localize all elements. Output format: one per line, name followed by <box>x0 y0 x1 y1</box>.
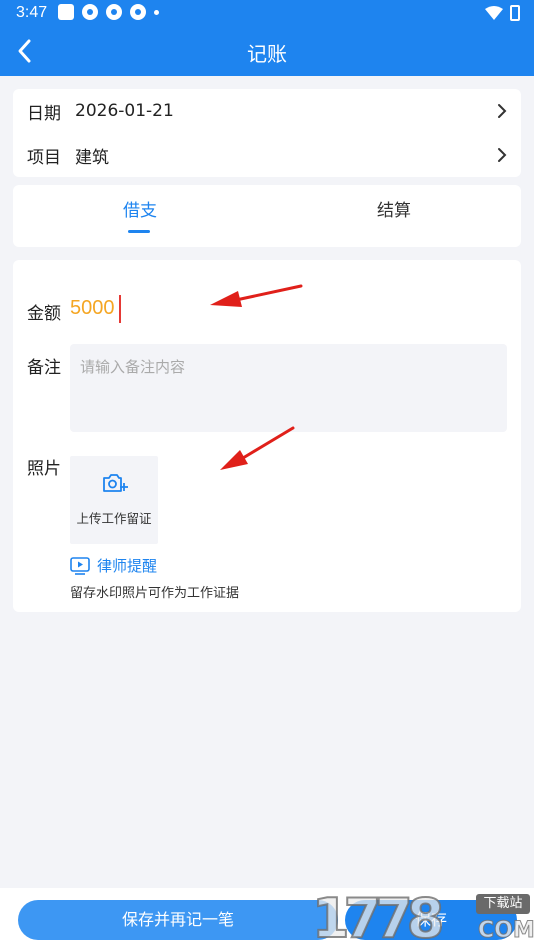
tab-settlement[interactable]: 结算 <box>267 185 521 247</box>
tabs-card: 借支 结算 <box>13 185 521 247</box>
active-tab-indicator <box>128 230 150 233</box>
info-card: 日期 2026-01-21 项目 建筑 <box>13 89 521 177</box>
photo-label: 照片 <box>27 459 61 479</box>
app-notification-icon <box>82 4 98 20</box>
save-button[interactable]: 保存 <box>345 900 517 940</box>
note-label: 备注 <box>27 358 61 378</box>
amount-label: 金额 <box>27 304 61 324</box>
date-value: 2026-01-21 <box>75 101 174 121</box>
top-app-bar: 3:47 记账 <box>0 0 534 76</box>
project-value: 建筑 <box>75 147 109 168</box>
app-notification-icon <box>106 4 122 20</box>
save-and-add-another-button[interactable]: 保存并再记一笔 <box>18 900 338 940</box>
more-notifications-icon <box>154 9 159 15</box>
date-row[interactable]: 日期 2026-01-21 <box>13 89 521 133</box>
photo-hint: 留存水印照片可作为工作证据 <box>70 586 240 601</box>
upload-photo-button[interactable]: 上传工作留证 <box>70 456 158 544</box>
project-row[interactable]: 项目 建筑 <box>13 133 521 177</box>
wifi-icon <box>485 6 503 20</box>
battery-icon <box>510 5 520 21</box>
lawyer-reminder-link[interactable]: 律师提醒 <box>70 555 157 576</box>
chevron-right-icon <box>498 104 507 118</box>
camera-plus-icon <box>103 474 128 492</box>
date-label: 日期 <box>27 103 61 124</box>
notification-icon <box>58 4 74 20</box>
lawyer-reminder-label: 律师提醒 <box>97 557 158 575</box>
upload-label: 上传工作留证 <box>76 511 152 526</box>
tab-borrow[interactable]: 借支 <box>13 185 267 247</box>
note-input[interactable] <box>70 344 507 432</box>
form-card: 金额 5000 备注 照片 上传工作留证 律师提醒 留存水印照片可作为工作证据 <box>13 260 521 612</box>
status-right <box>485 5 520 21</box>
status-time: 3:47 <box>16 4 48 21</box>
chevron-right-icon <box>498 148 507 162</box>
bottom-bar: 保存并再记一笔 保存 <box>0 888 534 950</box>
app-notification-icon <box>130 4 146 20</box>
play-icon <box>70 556 90 575</box>
project-label: 项目 <box>27 147 61 168</box>
page-title: 记账 <box>247 42 287 66</box>
text-cursor <box>119 295 121 323</box>
status-icons <box>58 4 159 20</box>
amount-input[interactable]: 5000 <box>70 297 115 320</box>
